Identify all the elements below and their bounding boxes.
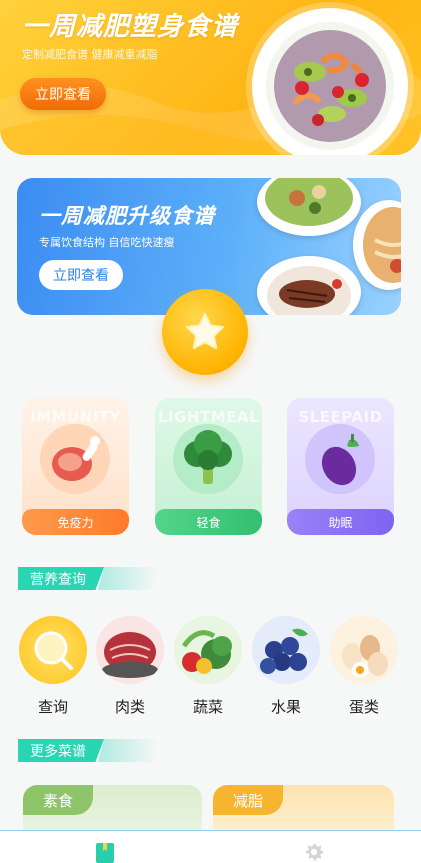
nutrition-item-search[interactable]: 查询 (18, 616, 88, 717)
magnifier-icon (19, 616, 87, 684)
bowl-salad-image (257, 178, 361, 236)
category-card-sleepaid[interactable]: SLEEPAID 助眠 (287, 398, 394, 535)
nutrition-item-eggs[interactable]: 蛋类 (329, 616, 399, 717)
recipe-card-label: 素食 (23, 785, 94, 815)
nutrition-item-fruit[interactable]: 水果 (251, 616, 321, 717)
category-card-lightmeal[interactable]: LIGHTMEAL 轻食 (155, 398, 262, 535)
category-label: 免疫力 (22, 509, 129, 535)
section-title: 更多菜谱 (18, 739, 104, 762)
favorite-star-button[interactable] (162, 289, 248, 375)
category-label: 轻食 (155, 509, 262, 535)
eggs-icon (330, 616, 398, 684)
hero-banner: 一周减肥塑身食谱 定制减肥食谱 健康减重减脂 立即查看 (0, 0, 421, 155)
tab-recipes[interactable] (94, 841, 118, 863)
nutrition-label: 肉类 (114, 698, 145, 716)
vegetables-icon (174, 616, 242, 684)
nutrition-label: 查询 (37, 698, 68, 716)
star-icon (185, 312, 225, 350)
section-header-nutrition: 营养查询 (18, 567, 158, 590)
nutrition-label: 蔬菜 (192, 698, 223, 716)
recipe-card-label: 减脂 (213, 785, 284, 815)
category-card-immunity[interactable]: IMMUNITY 免疫力 (22, 398, 129, 535)
nutrition-item-vegetables[interactable]: 蔬菜 (173, 616, 243, 717)
section-title: 营养查询 (18, 567, 104, 590)
eggplant-icon (305, 424, 375, 494)
bottom-tab-bar (0, 830, 421, 863)
section-header-more-recipes: 更多菜谱 (18, 739, 158, 762)
meat-leg-icon (40, 424, 110, 494)
gear-icon (305, 843, 324, 861)
promo-view-button[interactable]: 立即查看 (39, 260, 123, 290)
promo-subtitle: 专属饮食结构 自信吃快速瘦 (39, 236, 175, 249)
hero-title: 一周减肥塑身食谱 (22, 12, 239, 42)
nutrition-item-meat[interactable]: 肉类 (95, 616, 165, 717)
bowl-steak-image (257, 256, 361, 315)
salad-plate-image (252, 8, 408, 155)
blueberries-icon (252, 616, 320, 684)
hero-subtitle: 定制减肥食谱 健康减重减脂 (22, 48, 158, 61)
promo-title: 一周减肥升级食谱 (39, 204, 215, 228)
nutrition-label: 蛋类 (348, 698, 379, 716)
bowl-noodle-image (353, 200, 401, 290)
broccoli-icon (173, 424, 243, 494)
nutrition-label: 水果 (270, 698, 301, 716)
category-label: 助眠 (287, 509, 394, 535)
tab-settings[interactable] (302, 841, 326, 863)
meat-icon (96, 616, 164, 684)
hero-view-button[interactable]: 立即查看 (20, 78, 106, 110)
bookmark-icon (96, 843, 114, 863)
